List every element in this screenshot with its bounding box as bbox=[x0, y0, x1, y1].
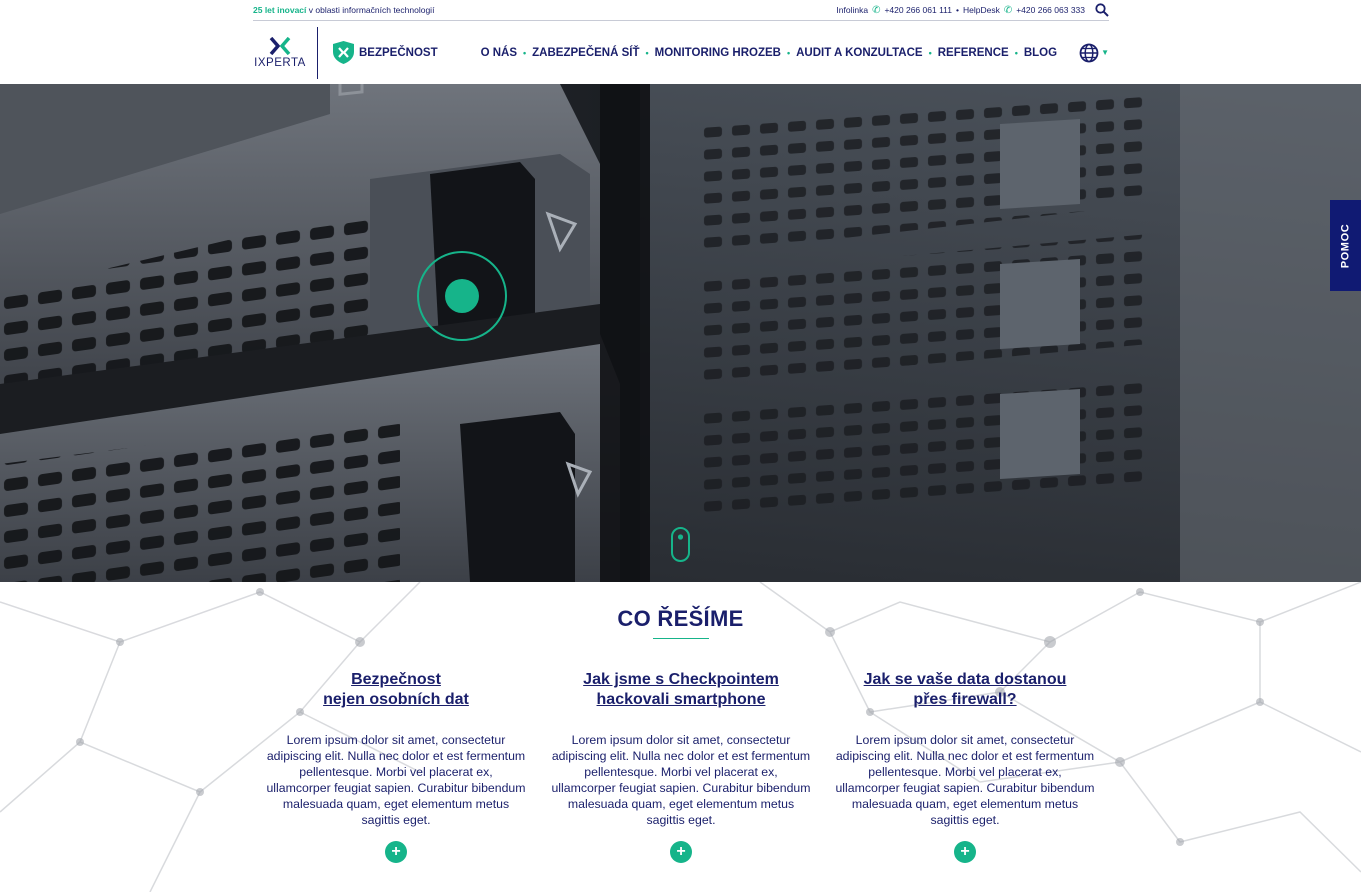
article-text: Lorem ipsum dolor sit amet, consectetur … bbox=[551, 733, 811, 827]
article-title-link[interactable]: Jak se vaše data dostanou přes firewall? bbox=[835, 670, 1095, 712]
nav-separator: • bbox=[928, 47, 932, 58]
nav-item-audit-a-konzultace[interactable]: AUDIT A KONZULTACE bbox=[796, 47, 922, 59]
section-title-underline bbox=[653, 638, 709, 639]
top-bar: 25 let inovací v oblasti informačních te… bbox=[253, 0, 1109, 21]
hero-banner bbox=[0, 84, 1361, 582]
header-divider bbox=[317, 26, 318, 79]
expand-button[interactable]: + bbox=[670, 841, 692, 863]
brand-security-link[interactable]: BEZPEČNOST bbox=[332, 40, 438, 65]
phone-icon: ✆ bbox=[872, 4, 881, 16]
nav-item-reference[interactable]: REFERENCE bbox=[938, 47, 1009, 59]
help-side-tab-label: POMOC bbox=[1339, 223, 1352, 268]
contacts: Infolinka ✆ +420 266 061 111 • HelpDesk … bbox=[836, 3, 1109, 17]
nav-item-blog[interactable]: BLOG bbox=[1024, 47, 1057, 59]
hero-server-image bbox=[0, 84, 1361, 582]
article-title-link[interactable]: Jak jsme s Checkpointem hackovali smartp… bbox=[551, 670, 811, 712]
ixperta-logo-mark bbox=[269, 36, 291, 55]
article-card: Bezpečnost nejen osobních dat Lorem ipsu… bbox=[266, 670, 526, 863]
language-selector[interactable]: ▼ bbox=[1079, 43, 1109, 63]
section-title: CO ŘEŠÍME bbox=[617, 606, 744, 631]
article-title-link[interactable]: Bezpečnost nejen osobních dat bbox=[266, 670, 526, 712]
tagline: 25 let inovací v oblasti informačních te… bbox=[253, 5, 434, 15]
what-we-solve-section: CO ŘEŠÍME Bezpečnost nejen osobních dat … bbox=[0, 582, 1361, 892]
hotspot-dot[interactable] bbox=[445, 279, 479, 313]
chevron-down-icon: ▼ bbox=[1101, 48, 1109, 57]
expand-button[interactable]: + bbox=[385, 841, 407, 863]
main-header: IXPERTA BEZPEČNOST O NÁS • ZABEZPEČENÁ S… bbox=[253, 21, 1109, 84]
article-title-line: hackovali smartphone bbox=[596, 691, 766, 708]
logo-text: IXPERTA bbox=[254, 56, 306, 69]
nav-separator: • bbox=[786, 47, 791, 58]
article-title-line: Bezpečnost bbox=[351, 671, 441, 688]
contact-separator: • bbox=[955, 5, 959, 15]
infolinka-label: Infolinka bbox=[836, 5, 869, 15]
tagline-text: v oblasti informačních technologií bbox=[306, 5, 435, 15]
article-title-line: Jak se vaše data dostanou bbox=[863, 671, 1067, 688]
expand-button[interactable]: + bbox=[954, 841, 976, 863]
nav-item-monitoring-hrozeb[interactable]: MONITORING HROZEB bbox=[655, 47, 781, 59]
article-text: Lorem ipsum dolor sit amet, consectetur … bbox=[266, 733, 526, 827]
tagline-highlight: 25 let inovací bbox=[253, 5, 307, 15]
article-title-line: nejen osobních dat bbox=[323, 691, 469, 708]
helpdesk-label: HelpDesk bbox=[962, 5, 1000, 15]
article-text: Lorem ipsum dolor sit amet, consectetur … bbox=[835, 733, 1095, 827]
globe-icon bbox=[1079, 43, 1099, 62]
main-nav: O NÁS • ZABEZPEČENÁ SÍŤ • MONITORING HRO… bbox=[481, 43, 1109, 63]
search-icon[interactable] bbox=[1095, 3, 1109, 17]
nav-item-zabezpecena-sit[interactable]: ZABEZPEČENÁ SÍŤ bbox=[532, 47, 639, 59]
infolinka-phone-link[interactable]: +420 266 061 111 bbox=[884, 5, 952, 15]
article-title-line: přes firewall? bbox=[913, 691, 1017, 708]
nav-separator: • bbox=[645, 47, 649, 58]
article-card: Jak jsme s Checkpointem hackovali smartp… bbox=[551, 670, 811, 863]
helpdesk-phone-link[interactable]: +420 266 063 333 bbox=[1016, 5, 1085, 15]
nav-item-o-nas[interactable]: O NÁS bbox=[481, 47, 517, 59]
ixperta-logo[interactable]: IXPERTA bbox=[253, 36, 307, 69]
shield-icon bbox=[333, 41, 354, 64]
help-side-tab[interactable]: POMOC bbox=[1330, 200, 1361, 291]
phone-icon: ✆ bbox=[1003, 4, 1013, 16]
article-card: Jak se vaše data dostanou přes firewall?… bbox=[835, 670, 1095, 863]
brand-label: BEZPEČNOST bbox=[359, 46, 438, 59]
nav-separator: • bbox=[1014, 47, 1018, 58]
nav-separator: • bbox=[523, 47, 527, 58]
scroll-wheel-dot bbox=[677, 534, 684, 540]
article-title-line: Jak jsme s Checkpointem bbox=[583, 671, 779, 688]
